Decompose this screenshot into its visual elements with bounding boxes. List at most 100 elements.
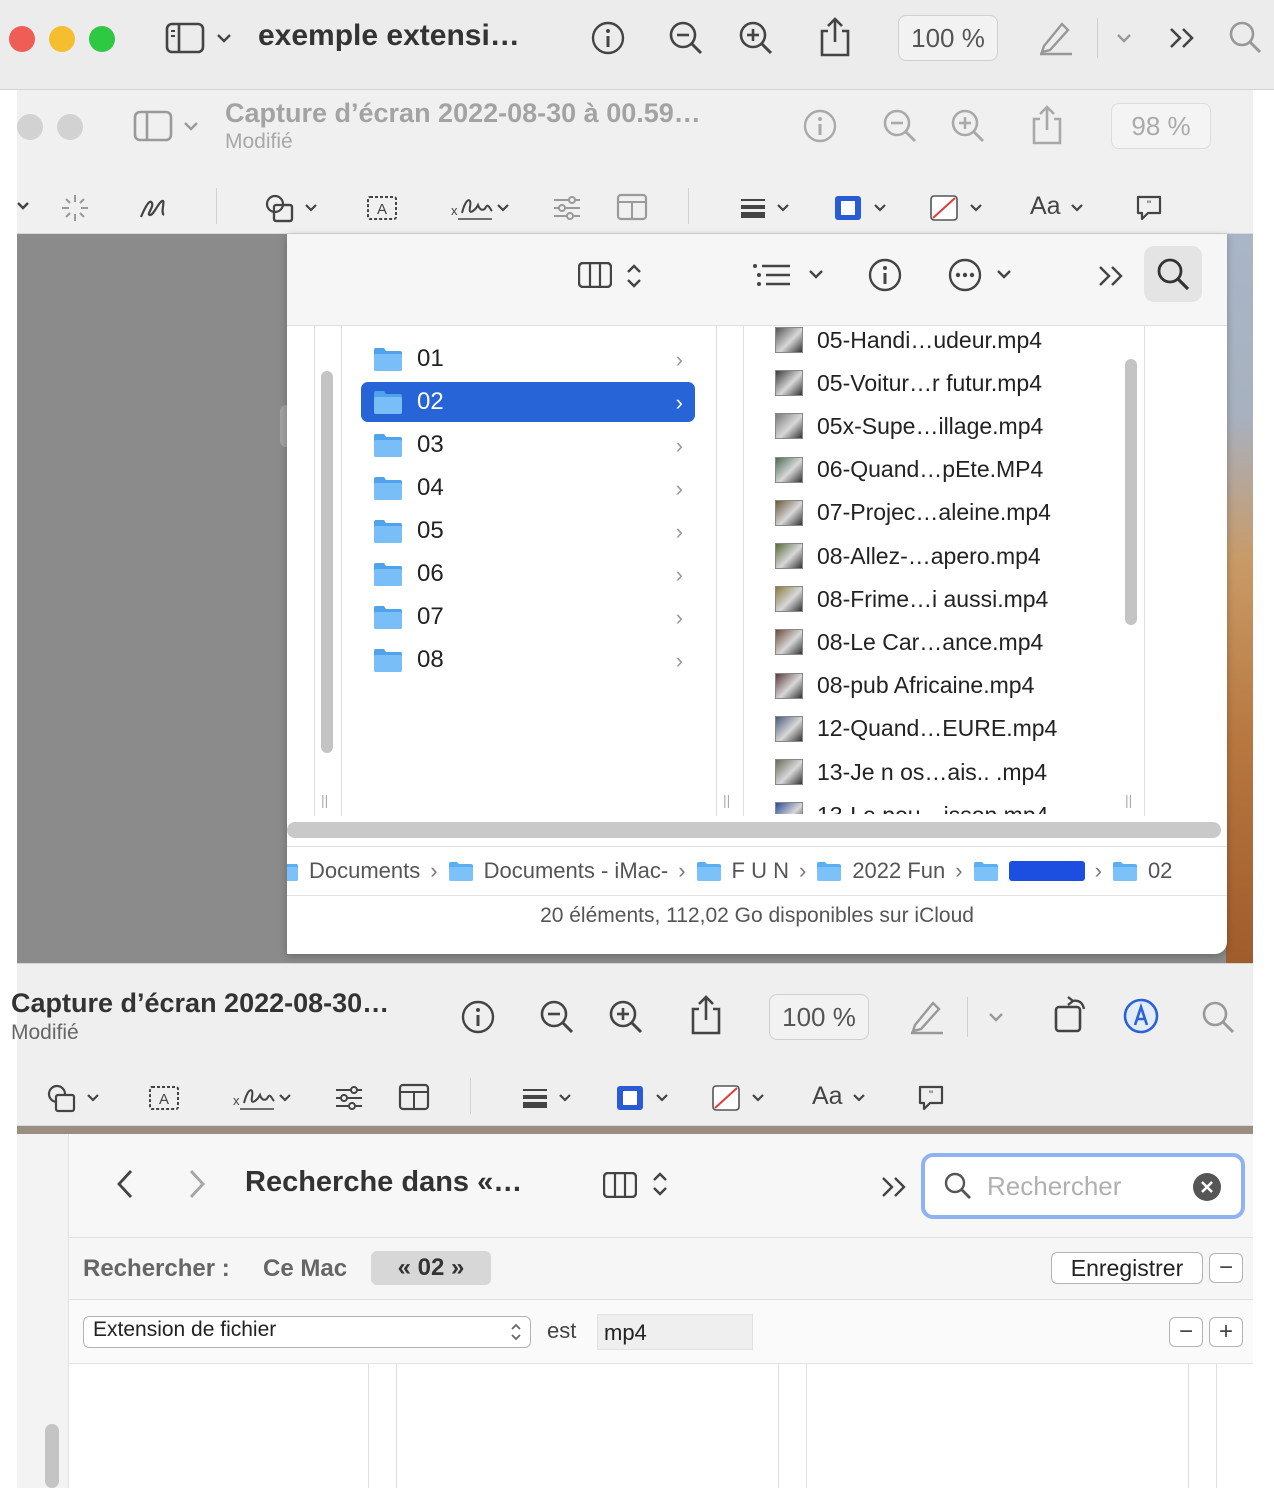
- action-ellipsis-icon[interactable]: [946, 256, 984, 294]
- chevron-down-icon[interactable]: [775, 200, 791, 214]
- chevron-down-icon[interactable]: [872, 200, 888, 214]
- file-row[interactable]: 06-Quand…pEte.MP4: [775, 450, 1043, 490]
- back-chevron-icon[interactable]: [113, 1166, 137, 1202]
- chevron-down-icon[interactable]: [495, 200, 511, 214]
- close-button[interactable]: [17, 114, 43, 140]
- path-item[interactable]: 2022 Fun: [816, 858, 945, 884]
- remove-scope-button[interactable]: −: [1209, 1253, 1243, 1283]
- scope-this-mac[interactable]: Ce Mac: [263, 1255, 347, 1283]
- share-icon[interactable]: [815, 16, 855, 58]
- column-view-icon[interactable]: [577, 260, 613, 290]
- file-row[interactable]: 07-Projec…aleine.mp4: [775, 493, 1051, 533]
- zoom-out-icon[interactable]: [538, 998, 576, 1036]
- chevron-down-icon[interactable]: [750, 1090, 766, 1104]
- text-box-icon[interactable]: A: [147, 1084, 181, 1112]
- sidebar-scrollbar[interactable]: [45, 1424, 59, 1488]
- adjust-color-icon[interactable]: [333, 1084, 365, 1112]
- markup-pen-icon[interactable]: [906, 996, 946, 1036]
- markup-pen-icon[interactable]: [1035, 17, 1075, 57]
- save-button[interactable]: Enregistrer: [1051, 1252, 1203, 1284]
- line-style-icon[interactable]: [739, 196, 767, 220]
- file-row[interactable]: 12-Quand…EURE.mp4: [775, 709, 1057, 749]
- add-criterion-button[interactable]: +: [1209, 1317, 1243, 1347]
- search-icon[interactable]: [1199, 998, 1237, 1036]
- rotate-icon[interactable]: [1051, 994, 1091, 1036]
- zoom-in-icon[interactable]: [737, 19, 775, 57]
- font-icon[interactable]: Aa: [812, 1082, 843, 1111]
- sidebar-icon[interactable]: [133, 108, 173, 144]
- file-row[interactable]: 08-Allez-…apero.mp4: [775, 536, 1041, 576]
- share-icon[interactable]: [1027, 104, 1067, 146]
- info-icon[interactable]: [589, 19, 627, 57]
- file-row[interactable]: 08-Frime…i aussi.mp4: [775, 579, 1048, 619]
- zoom-out-icon[interactable]: [667, 19, 705, 57]
- path-item-redacted[interactable]: [973, 860, 1085, 882]
- up-down-chevron-icon[interactable]: [649, 1168, 671, 1200]
- minimize-button[interactable]: [57, 114, 83, 140]
- fill-color-icon[interactable]: [929, 194, 959, 222]
- font-icon[interactable]: Aa: [1030, 192, 1061, 221]
- zoom-level[interactable]: 100 %: [769, 994, 869, 1040]
- share-icon[interactable]: [686, 994, 726, 1036]
- info-icon[interactable]: [866, 256, 904, 294]
- minimize-button[interactable]: [49, 26, 75, 52]
- forward-chevron-icon[interactable]: [185, 1166, 209, 1202]
- chevron-down-icon[interactable]: [277, 1090, 293, 1104]
- signature-icon[interactable]: x: [449, 192, 495, 224]
- list-group-icon[interactable]: [751, 260, 793, 290]
- file-row[interactable]: 08-Le Car…ance.mp4: [775, 622, 1043, 662]
- zoom-in-icon[interactable]: [949, 107, 987, 145]
- path-item[interactable]: F U N: [696, 858, 789, 884]
- chevron-down-icon[interactable]: [986, 1007, 1006, 1027]
- file-row[interactable]: 05-Handi…udeur.mp4: [775, 326, 1042, 360]
- shapes-icon[interactable]: [45, 1082, 79, 1116]
- zoom-button[interactable]: [89, 26, 115, 52]
- close-button[interactable]: [9, 26, 35, 52]
- search-icon[interactable]: [1226, 18, 1264, 56]
- annotate-icon[interactable]: ": [915, 1082, 947, 1114]
- path-item[interactable]: 02: [1112, 858, 1172, 884]
- chevron-down-icon[interactable]: [1069, 200, 1085, 214]
- up-down-chevron-icon[interactable]: [623, 260, 645, 292]
- chevron-down-icon[interactable]: [1114, 28, 1134, 48]
- file-row[interactable]: 08-pub Africaine.mp4: [775, 666, 1034, 706]
- path-item[interactable]: Documents - iMac-: [448, 858, 668, 884]
- file-row[interactable]: 05x-Supe…illage.mp4: [775, 406, 1043, 446]
- annotate-icon[interactable]: ": [1133, 192, 1165, 224]
- chevron-down-icon[interactable]: [303, 200, 319, 214]
- chevron-down-icon[interactable]: [181, 116, 201, 136]
- adjust-color-icon[interactable]: [551, 194, 583, 222]
- sketch-icon[interactable]: [137, 192, 171, 224]
- chevron-down-icon[interactable]: [807, 266, 825, 282]
- signature-icon[interactable]: x: [231, 1082, 277, 1114]
- more-chevrons-icon[interactable]: [1095, 260, 1127, 292]
- zoom-level[interactable]: 98 %: [1111, 103, 1211, 149]
- chevron-down-icon[interactable]: [214, 28, 234, 48]
- line-style-icon[interactable]: [521, 1086, 549, 1110]
- chevron-down-icon[interactable]: [995, 266, 1013, 282]
- remove-criterion-button[interactable]: −: [1169, 1317, 1203, 1347]
- zoom-out-icon[interactable]: [881, 107, 919, 145]
- more-chevrons-icon[interactable]: [879, 1172, 909, 1202]
- border-color-icon[interactable]: [833, 194, 863, 222]
- page-layout-icon[interactable]: [397, 1082, 431, 1112]
- criterion-value-field[interactable]: mp4: [597, 1314, 753, 1350]
- clear-search-icon[interactable]: [1193, 1173, 1221, 1201]
- scope-folder[interactable]: « 02 »: [371, 1251, 491, 1285]
- zoom-in-icon[interactable]: [607, 998, 645, 1036]
- chevron-down-icon[interactable]: [654, 1090, 670, 1104]
- info-icon[interactable]: [459, 998, 497, 1036]
- chevron-down-icon[interactable]: [851, 1090, 867, 1104]
- file-row[interactable]: 13-Je n os…ais.. .mp4: [775, 752, 1047, 792]
- path-item[interactable]: Documents: [287, 858, 420, 884]
- shapes-icon[interactable]: [263, 192, 297, 226]
- search-field[interactable]: Rechercher: [921, 1153, 1245, 1219]
- search-icon[interactable]: [1144, 246, 1202, 302]
- chevron-down-icon[interactable]: [968, 200, 984, 214]
- instant-alpha-icon[interactable]: [59, 192, 91, 224]
- column-view-icon[interactable]: [602, 1170, 638, 1200]
- page-layout-icon[interactable]: [615, 192, 649, 222]
- horizontal-scrollbar[interactable]: [287, 822, 1221, 838]
- file-row[interactable]: 13-Le pou…isson.mp4: [775, 795, 1048, 814]
- text-box-icon[interactable]: A: [365, 194, 399, 222]
